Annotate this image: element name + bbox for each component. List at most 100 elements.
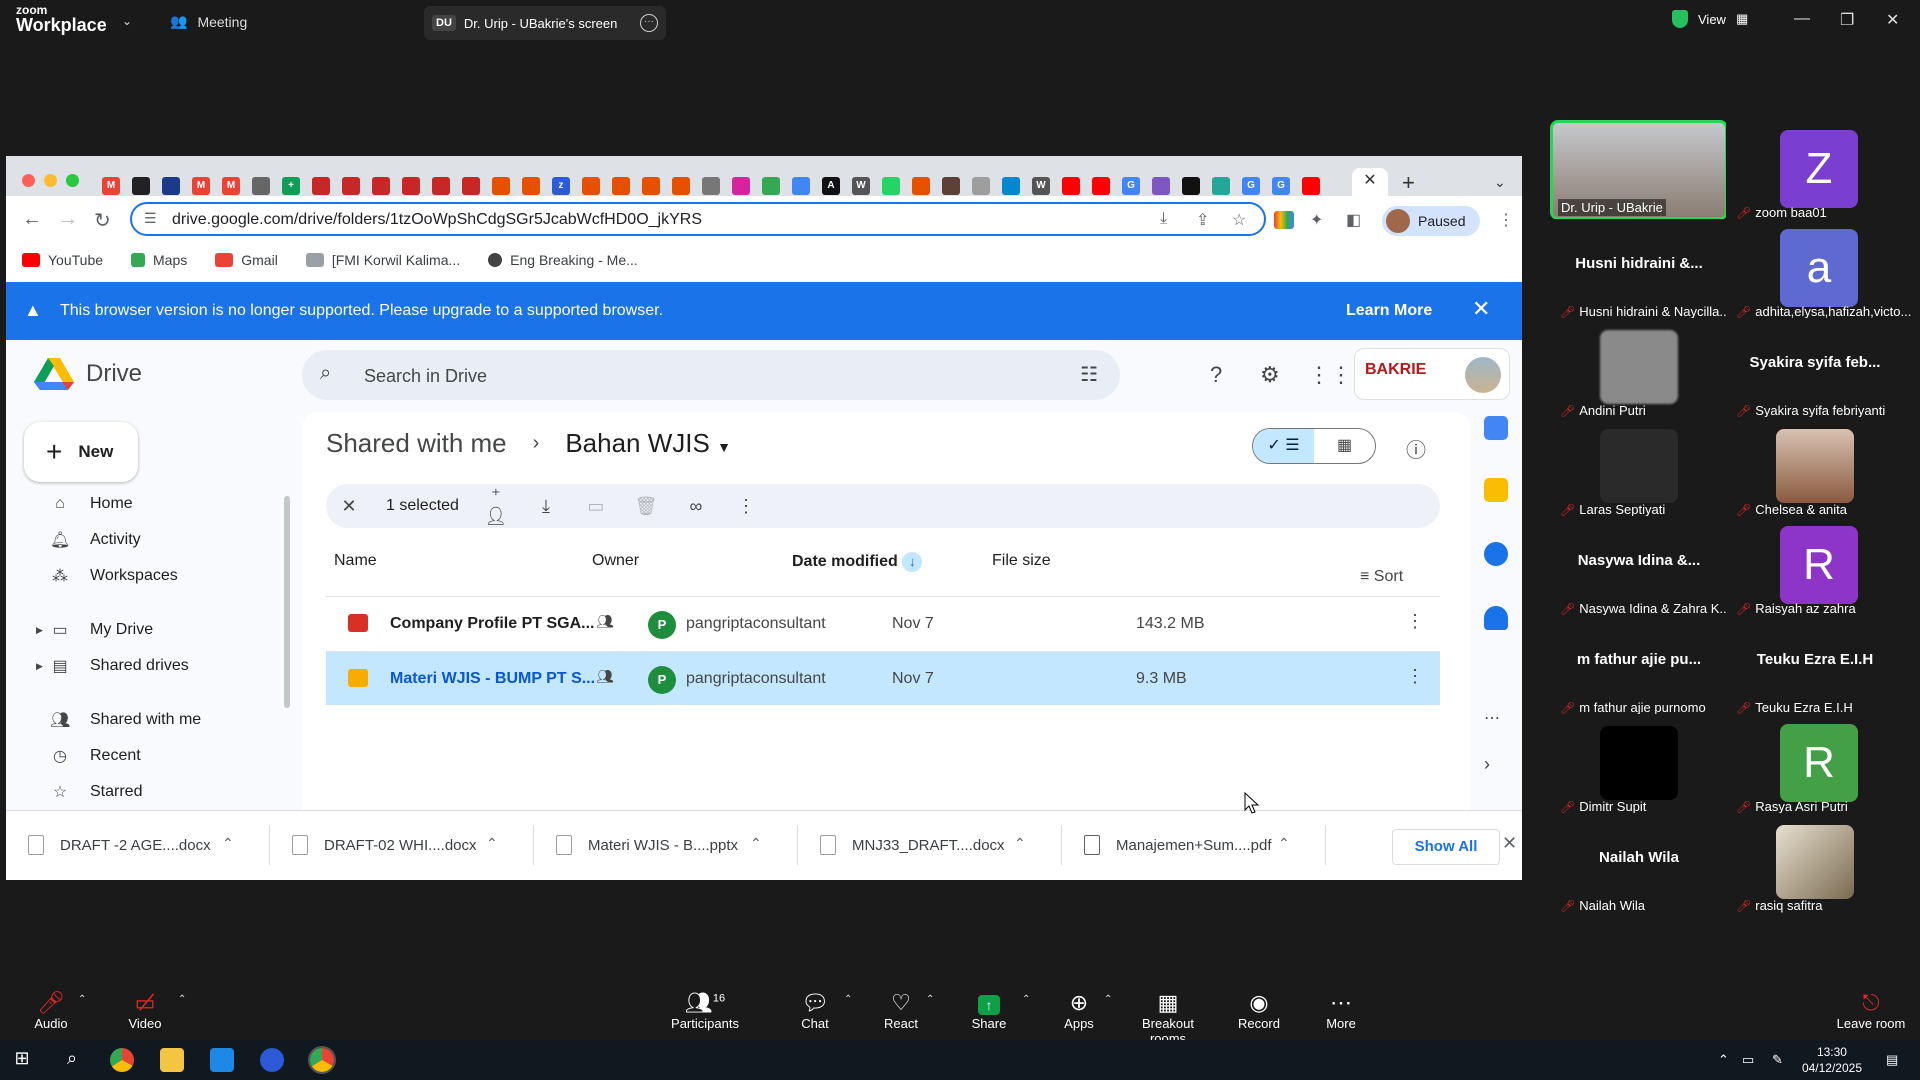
chrome-icon[interactable] — [308, 1046, 336, 1074]
tab-favicon[interactable] — [372, 177, 390, 195]
table-row[interactable]: Company Profile PT SGA... 👥︎ P pangripta… — [326, 596, 1440, 650]
address-bar[interactable]: ☰ drive.google.com/drive/folders/1tzOoWp… — [130, 202, 1266, 236]
tab-favicon-google[interactable]: G — [1272, 177, 1290, 195]
tab-favicon-wikipedia[interactable]: W — [852, 177, 870, 195]
participant-tile[interactable]: Nailah Wila 🎤︎ Nailah Wila — [1550, 813, 1728, 913]
tab-favicon[interactable] — [462, 177, 480, 195]
tab-favicon-wikipedia[interactable]: W — [1032, 177, 1050, 195]
new-button[interactable]: + New — [24, 422, 138, 482]
sidebar-item-activity[interactable]: 🔔︎ Activity — [32, 522, 282, 558]
chevron-down-icon[interactable]: ⌄ — [122, 14, 132, 28]
tray-chevron-up-icon[interactable]: ⌃ — [1718, 1052, 1729, 1068]
reload-icon[interactable]: ↻ — [94, 208, 111, 233]
chevron-up-icon[interactable]: ⌃ — [486, 835, 498, 852]
tab-favicon[interactable] — [672, 177, 690, 195]
tab-search-icon[interactable]: ⌄ — [1494, 174, 1506, 191]
tab-favicon[interactable] — [432, 177, 450, 195]
sidebar-item-my-drive[interactable]: ▶ ▭ My Drive — [32, 612, 282, 648]
system-clock[interactable]: 13:30 04/12/2025 — [1802, 1044, 1862, 1076]
profile-paused-button[interactable]: Paused — [1382, 206, 1480, 236]
tab-favicon-youtube[interactable] — [1302, 177, 1320, 195]
bookmark-star-icon[interactable]: ☆ — [1232, 210, 1246, 230]
participant-tile[interactable]: Z 🎤︎ zoom baa01 — [1726, 120, 1904, 220]
tab-favicon-google[interactable]: G — [1122, 177, 1140, 195]
sort-arrow-icon[interactable]: ↓ — [902, 552, 923, 572]
participant-tile[interactable]: 🎤︎ Dimitr Supit — [1550, 714, 1728, 814]
maximize-window-dot[interactable] — [66, 174, 79, 187]
tab-favicon-whatsapp[interactable] — [882, 177, 900, 195]
tab-favicon[interactable] — [252, 177, 270, 195]
participant-tile[interactable]: Nasywa Idina &... 🎤︎ Nasywa Idina & Zahra… — [1550, 516, 1730, 616]
video-button[interactable]: ▭̸ Video — [100, 990, 190, 1031]
bookmark-eng-breaking[interactable]: Eng Breaking - Me... — [488, 252, 638, 268]
tab-favicon[interactable] — [342, 177, 360, 195]
grid-view-button[interactable]: ▦ — [1314, 429, 1375, 463]
tab-favicon[interactable] — [702, 177, 720, 195]
drive-search-input[interactable]: ⌕ Search in Drive ☷ — [302, 350, 1120, 400]
tab-favicon-gmail[interactable]: M — [222, 177, 240, 195]
network-icon[interactable]: ▭ — [1742, 1052, 1754, 1068]
chevron-up-icon[interactable]: ⌃ — [222, 835, 234, 852]
drive-logo[interactable]: Drive — [34, 356, 142, 392]
tab-favicon[interactable] — [1182, 177, 1200, 195]
share-icon[interactable]: ⇪ — [1196, 210, 1209, 230]
zoom-app-icon[interactable] — [260, 1048, 284, 1072]
share-person-icon[interactable]: ⁺👤︎ — [483, 485, 509, 527]
chevron-up-icon[interactable]: ⌃ — [926, 994, 934, 1005]
tasks-icon[interactable] — [1484, 542, 1508, 566]
app-icon[interactable] — [210, 1048, 234, 1072]
link-icon[interactable]: ∞ — [683, 496, 709, 517]
clear-selection-icon[interactable]: ✕ — [336, 496, 362, 517]
sidebar-item-home[interactable]: ⌂ Home — [32, 486, 282, 522]
tab-favicon[interactable] — [912, 177, 930, 195]
download-item[interactable]: DRAFT-02 WHI....docx ⌃ — [270, 825, 534, 865]
extensions-puzzle-icon[interactable]: ✦ — [1310, 210, 1323, 230]
record-button[interactable]: ◉ Record — [1214, 990, 1304, 1031]
download-item[interactable]: Manajemen+Sum....pdf ⌃ — [1062, 825, 1326, 865]
tab-favicon[interactable] — [1152, 177, 1170, 195]
tab-favicon[interactable] — [1002, 177, 1020, 195]
tab-favicon[interactable] — [132, 177, 150, 195]
back-icon[interactable]: ← — [22, 208, 42, 231]
sidebar-item-starred[interactable]: ☆ Starred — [32, 774, 282, 810]
keep-icon[interactable] — [1484, 478, 1508, 502]
tab-shared-screen[interactable]: DU Dr. Urip - UBakrie's screen — [424, 6, 666, 40]
chevron-up-icon[interactable]: ⌃ — [844, 994, 852, 1005]
bookmark-youtube[interactable]: YouTube — [22, 252, 103, 268]
table-row[interactable]: Materi WJIS - BUMP PT S... 👥︎ P pangript… — [326, 651, 1440, 705]
more-actions-icon[interactable]: ⋮ — [733, 496, 759, 517]
chevron-up-icon[interactable]: ⌃ — [1104, 994, 1112, 1005]
tab-favicon[interactable] — [492, 177, 510, 195]
participants-button[interactable]: 👥︎16 Participants — [660, 990, 750, 1031]
participant-tile[interactable]: Teuku Ezra E.I.H 🎤︎ Teuku Ezra E.I.H — [1726, 615, 1904, 715]
chevron-up-icon[interactable]: ⌃ — [750, 835, 762, 852]
apps-grid-icon[interactable]: ⋮⋮ — [1308, 362, 1352, 388]
expand-panel-icon[interactable]: › — [1484, 754, 1508, 778]
tab-favicon[interactable] — [402, 177, 420, 195]
active-tab-close-icon[interactable]: ✕ — [1352, 168, 1388, 196]
tab-favicon[interactable] — [642, 177, 660, 195]
minimize-icon[interactable]: — — [1794, 10, 1810, 28]
forward-icon[interactable]: → — [58, 208, 78, 231]
tab-favicon[interactable] — [792, 177, 810, 195]
participant-tile[interactable]: Dr. Urip - UBakrie — [1550, 120, 1728, 220]
column-header-owner[interactable]: Owner — [592, 552, 639, 570]
info-icon[interactable]: ⓘ — [1406, 434, 1426, 463]
more-options-icon[interactable]: ··· — [640, 14, 658, 32]
download-icon[interactable]: ⤓ — [533, 496, 559, 517]
notifications-icon[interactable]: ▤ — [1886, 1052, 1898, 1068]
column-header-file-size[interactable]: File size — [992, 552, 1051, 570]
chevron-up-icon[interactable]: ⌃ — [1278, 835, 1290, 852]
windows-start-icon[interactable]: ⊞ — [10, 1048, 34, 1072]
learn-more-link[interactable]: Learn More — [1346, 302, 1432, 320]
leave-room-button[interactable]: ⎋ Leave room — [1826, 990, 1916, 1031]
sidebar-item-workspaces[interactable]: ⁂ Workspaces — [32, 558, 282, 594]
account-switcher[interactable]: BAKRIE — [1354, 348, 1510, 400]
tab-favicon[interactable] — [582, 177, 600, 195]
tab-favicon[interactable] — [1212, 177, 1230, 195]
search-icon[interactable]: ⌕ — [60, 1048, 84, 1072]
tab-favicon[interactable]: + — [282, 177, 300, 195]
help-icon[interactable]: ? — [1210, 362, 1222, 388]
close-downloads-icon[interactable]: ✕ — [1502, 833, 1517, 854]
tab-favicon[interactable]: A — [822, 177, 840, 195]
